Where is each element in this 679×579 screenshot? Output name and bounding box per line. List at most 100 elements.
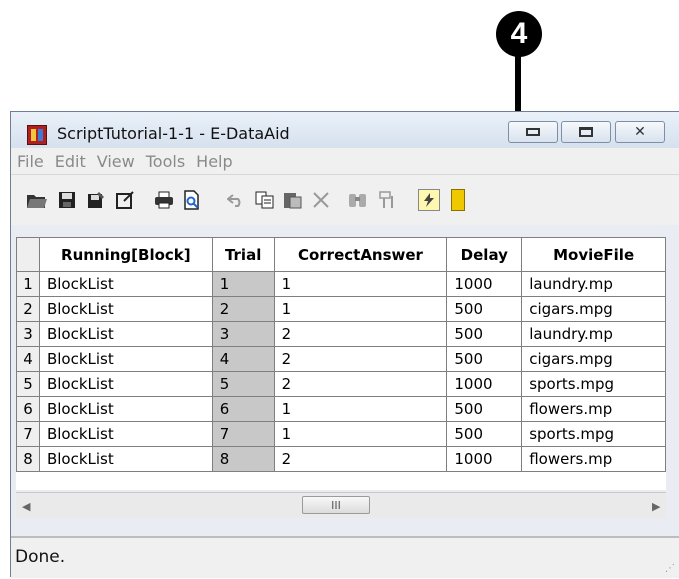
undo-icon[interactable] xyxy=(224,189,248,211)
paste-icon[interactable] xyxy=(281,189,305,211)
cell-trial[interactable]: 7 xyxy=(211,421,275,447)
cell-trial[interactable]: 4 xyxy=(211,346,275,372)
e-dataaid-window: ScriptTutorial-1-1 - E-DataAid ✕ File Ed… xyxy=(10,111,679,578)
maximize-button[interactable] xyxy=(561,121,611,143)
menu-help[interactable]: Help xyxy=(196,152,243,171)
cell-running-block[interactable]: BlockList xyxy=(38,271,213,297)
title-bar[interactable]: ScriptTutorial-1-1 - E-DataAid ✕ xyxy=(11,112,679,148)
app-icon[interactable] xyxy=(27,125,47,145)
cell-movie-file[interactable]: sports.mpg xyxy=(521,421,666,447)
toolbar xyxy=(11,174,679,225)
close-icon: ✕ xyxy=(634,124,646,140)
status-bar: Done. ⋰ xyxy=(11,536,679,578)
table-row[interactable]: 6 BlockList 6 1 500 flowers.mp xyxy=(16,396,666,422)
cell-delay[interactable]: 500 xyxy=(446,321,523,347)
cell-correct-answer[interactable]: 2 xyxy=(273,346,448,372)
cell-delay[interactable]: 500 xyxy=(446,421,523,447)
cell-trial[interactable]: 5 xyxy=(211,371,275,397)
status-text: Done. xyxy=(15,547,66,567)
corner-cell[interactable] xyxy=(16,237,40,272)
open-folder-icon[interactable] xyxy=(25,189,49,211)
col-header-running-block[interactable]: Running[Block] xyxy=(38,237,213,272)
print-icon[interactable] xyxy=(152,189,176,211)
minimize-button[interactable] xyxy=(508,121,558,143)
col-header-movie-file[interactable]: MovieFile xyxy=(521,237,666,272)
table-row[interactable]: 7 BlockList 7 1 500 sports.mpg xyxy=(16,421,666,447)
cell-trial[interactable]: 1 xyxy=(211,271,275,297)
cell-running-block[interactable]: BlockList xyxy=(38,371,213,397)
minimize-icon xyxy=(526,128,540,136)
cell-delay[interactable]: 1000 xyxy=(446,446,523,472)
cell-running-block[interactable]: BlockList xyxy=(38,296,213,322)
menu-tools[interactable]: Tools xyxy=(146,152,196,171)
row-number[interactable]: 2 xyxy=(16,296,40,322)
col-header-correct-answer[interactable]: CorrectAnswer xyxy=(273,237,448,272)
find-icon[interactable] xyxy=(346,189,370,211)
copy-icon[interactable] xyxy=(253,189,277,211)
cell-running-block[interactable]: BlockList xyxy=(38,396,213,422)
cell-running-block[interactable]: BlockList xyxy=(38,421,213,447)
cell-delay[interactable]: 500 xyxy=(446,346,523,372)
delete-icon[interactable] xyxy=(309,189,333,211)
menu-bar: File Edit View Tools Help xyxy=(11,148,679,174)
cell-delay[interactable]: 500 xyxy=(446,396,523,422)
resize-grip-icon[interactable]: ⋰ xyxy=(665,563,675,574)
flash-icon[interactable] xyxy=(418,189,440,211)
yellow-icon[interactable] xyxy=(451,189,465,211)
print-preview-icon[interactable] xyxy=(180,189,204,211)
cell-correct-answer[interactable]: 2 xyxy=(273,321,448,347)
scroll-left-icon[interactable]: ◀ xyxy=(22,500,30,513)
row-number[interactable]: 7 xyxy=(16,421,40,447)
cell-running-block[interactable]: BlockList xyxy=(38,346,213,372)
cell-trial[interactable]: 8 xyxy=(211,446,275,472)
callout-badge: 4 xyxy=(496,11,542,57)
cell-movie-file[interactable]: laundry.mp xyxy=(521,321,666,347)
row-number[interactable]: 8 xyxy=(16,446,40,472)
table-row[interactable]: 2 BlockList 2 1 500 cigars.mpg xyxy=(16,296,666,322)
table-row[interactable]: 1 BlockList 1 1 1000 laundry.mp xyxy=(16,271,666,297)
cell-movie-file[interactable]: laundry.mp xyxy=(521,271,666,297)
table-row[interactable]: 4 BlockList 4 2 500 cigars.mpg xyxy=(16,346,666,372)
cell-running-block[interactable]: BlockList xyxy=(38,321,213,347)
cell-movie-file[interactable]: sports.mpg xyxy=(521,371,666,397)
row-number[interactable]: 1 xyxy=(16,271,40,297)
cell-trial[interactable]: 2 xyxy=(211,296,275,322)
table-row[interactable]: 5 BlockList 5 2 1000 sports.mpg xyxy=(16,371,666,397)
table-row[interactable]: 3 BlockList 3 2 500 laundry.mp xyxy=(16,321,666,347)
row-number[interactable]: 3 xyxy=(16,321,40,347)
close-button[interactable]: ✕ xyxy=(615,121,665,143)
cell-correct-answer[interactable]: 2 xyxy=(273,446,448,472)
row-number[interactable]: 6 xyxy=(16,396,40,422)
cell-trial[interactable]: 3 xyxy=(211,321,275,347)
cell-delay[interactable]: 1000 xyxy=(446,371,523,397)
cell-movie-file[interactable]: flowers.mp xyxy=(521,446,666,472)
save-as-icon[interactable] xyxy=(84,189,108,211)
table-row[interactable]: 8 BlockList 8 2 1000 flowers.mp xyxy=(16,446,666,472)
window-title: ScriptTutorial-1-1 - E-DataAid xyxy=(57,124,290,143)
menu-file[interactable]: File xyxy=(17,152,55,171)
cell-correct-answer[interactable]: 1 xyxy=(273,296,448,322)
cell-correct-answer[interactable]: 1 xyxy=(273,396,448,422)
cell-movie-file[interactable]: flowers.mp xyxy=(521,396,666,422)
col-header-delay[interactable]: Delay xyxy=(446,237,523,272)
cell-correct-answer[interactable]: 1 xyxy=(273,421,448,447)
cell-delay[interactable]: 500 xyxy=(446,296,523,322)
cell-delay[interactable]: 1000 xyxy=(446,271,523,297)
properties-icon[interactable] xyxy=(114,189,138,211)
filter-icon[interactable] xyxy=(376,189,400,211)
cell-running-block[interactable]: BlockList xyxy=(38,446,213,472)
save-icon[interactable] xyxy=(55,189,79,211)
cell-correct-answer[interactable]: 2 xyxy=(273,371,448,397)
scroll-thumb[interactable]: III xyxy=(302,496,370,514)
horizontal-scrollbar[interactable]: ◀ III ▶ xyxy=(16,492,666,518)
col-header-trial[interactable]: Trial xyxy=(211,237,275,272)
cell-correct-answer[interactable]: 1 xyxy=(273,271,448,297)
menu-edit[interactable]: Edit xyxy=(55,152,97,171)
cell-movie-file[interactable]: cigars.mpg xyxy=(521,296,666,322)
cell-movie-file[interactable]: cigars.mpg xyxy=(521,346,666,372)
row-number[interactable]: 5 xyxy=(16,371,40,397)
scroll-right-icon[interactable]: ▶ xyxy=(652,500,660,513)
row-number[interactable]: 4 xyxy=(16,346,40,372)
cell-trial[interactable]: 6 xyxy=(211,396,275,422)
menu-view[interactable]: View xyxy=(97,152,146,171)
